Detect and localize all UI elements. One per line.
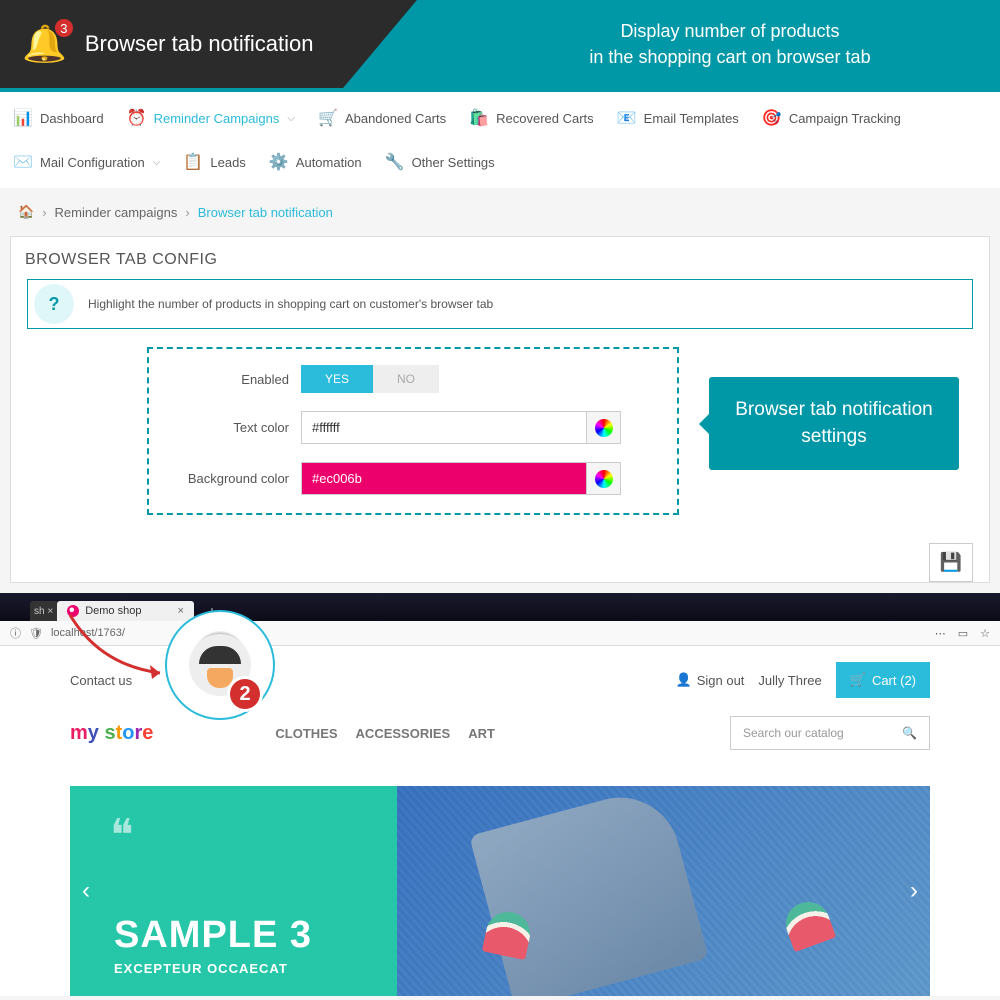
breadcrumb-item[interactable]: Reminder campaigns	[55, 205, 178, 220]
search-icon: 🔍	[902, 726, 917, 740]
textcolor-picker[interactable]	[587, 411, 621, 444]
slider-prev-button[interactable]: ‹	[82, 877, 90, 905]
nav-item-mail-configuration[interactable]: ✉️ Mail Configuration ⌵	[8, 146, 164, 178]
more-icon[interactable]: ⋯	[935, 627, 946, 640]
nav-icon: 🎯	[761, 108, 783, 128]
home-icon[interactable]: 🏠	[18, 204, 34, 220]
nav-label: Dashboard	[40, 111, 104, 126]
info-callout: ? Highlight the number of products in sh…	[27, 279, 973, 329]
nav-label: Reminder Campaigns	[154, 111, 280, 126]
save-button[interactable]: 💾	[929, 543, 973, 582]
nav-icon: ✉️	[12, 152, 34, 172]
bookmark-icon[interactable]: ☆	[980, 627, 990, 640]
nav-item-recovered-carts[interactable]: 🛍️ Recovered Carts	[464, 102, 598, 134]
info-text: Highlight the number of products in shop…	[88, 285, 493, 323]
config-panel: BROWSER TAB CONFIG ? Highlight the numbe…	[10, 236, 990, 583]
textcolor-input[interactable]	[301, 411, 587, 444]
nav-label: Leads	[210, 155, 245, 170]
breadcrumb: 🏠 › Reminder campaigns › Browser tab not…	[0, 188, 1000, 236]
pin-decoration	[786, 902, 830, 946]
nav-icon: 🛍️	[468, 108, 490, 128]
slider-next-button[interactable]: ›	[910, 877, 918, 905]
menu-item-accessories[interactable]: ACCESSORIES	[356, 726, 451, 741]
pin-decoration	[486, 912, 530, 956]
nav-item-dashboard[interactable]: 📊 Dashboard	[8, 102, 108, 134]
menu-item-art[interactable]: ART	[468, 726, 495, 741]
cart-button[interactable]: 🛒 Cart (2)	[836, 662, 930, 698]
store-nav: my store CLOTHES ACCESSORIES ART Search ou…	[0, 706, 1000, 768]
info-icon: ?	[34, 284, 74, 324]
hero-subtitle: EXCEPTEUR OCCAECAT	[114, 961, 312, 976]
bgcolor-label: Background color	[171, 471, 301, 486]
store-logo[interactable]: my store	[70, 722, 153, 745]
bgcolor-picker[interactable]	[587, 462, 621, 495]
banner-tagline: Display number of products in the shoppi…	[460, 0, 1000, 88]
bell-icon-wrap: 🔔 3	[22, 23, 67, 65]
nav-label: Campaign Tracking	[789, 111, 901, 126]
nav-icon: 📋	[182, 152, 204, 172]
nav-label: Other Settings	[412, 155, 495, 170]
favicon-badge: 2	[227, 676, 263, 712]
search-input[interactable]: Search our catalog 🔍	[730, 716, 930, 750]
toggle-no[interactable]: NO	[373, 365, 439, 393]
cart-icon: 🛒	[850, 672, 866, 688]
nav-icon: ⚙️	[268, 152, 290, 172]
shield-icon[interactable]: 🛡	[29, 627, 43, 640]
panel-title: BROWSER TAB CONFIG	[11, 237, 989, 279]
main-nav: 📊 Dashboard ⏰ Reminder Campaigns ⌵ 🛒 Abandoned…	[0, 92, 1000, 188]
nav-label: Mail Configuration	[40, 155, 145, 170]
reader-icon[interactable]: ▭	[958, 627, 968, 640]
tab-stub[interactable]: sh ×	[30, 601, 57, 621]
nav-item-campaign-tracking[interactable]: 🎯 Campaign Tracking	[757, 102, 905, 134]
nav-item-email-templates[interactable]: 📧 Email Templates	[612, 102, 743, 134]
nav-item-other-settings[interactable]: 🔧 Other Settings	[380, 146, 499, 178]
signout-label: Sign out	[697, 673, 745, 688]
nav-item-leads[interactable]: 📋 Leads	[178, 146, 249, 178]
quote-icon: ❝	[110, 810, 134, 861]
username[interactable]: Jully Three	[758, 673, 821, 688]
nav-item-reminder-campaigns[interactable]: ⏰ Reminder Campaigns ⌵	[122, 102, 299, 134]
nav-icon: 📧	[616, 108, 638, 128]
annotation-arrow	[60, 605, 180, 695]
bgcolor-input[interactable]	[301, 462, 587, 495]
callout-line2: settings	[801, 426, 866, 447]
nav-item-abandoned-carts[interactable]: 🛒 Abandoned Carts	[313, 102, 450, 134]
user-icon: 👤	[676, 672, 692, 688]
hero-slider: ❝ SAMPLE 3 EXCEPTEUR OCCAECAT ‹ ›	[70, 786, 930, 996]
hero-title: SAMPLE 3	[114, 914, 312, 957]
cart-label: Cart (2)	[872, 673, 916, 688]
chevron-down-icon: ⌵	[153, 157, 161, 168]
chevron-down-icon: ⌵	[287, 113, 295, 124]
favicon-zoom-annotation: 2	[165, 610, 275, 720]
nav-icon: ⏰	[126, 108, 148, 128]
tagline-line1: Display number of products	[620, 18, 839, 44]
enabled-label: Enabled	[171, 372, 301, 387]
nav-label: Automation	[296, 155, 362, 170]
nav-label: Abandoned Carts	[345, 111, 446, 126]
settings-form: Enabled YES NO Text color Background col…	[147, 347, 679, 515]
callout-line1: Browser tab notification	[735, 399, 933, 420]
nav-label: Recovered Carts	[496, 111, 594, 126]
search-placeholder: Search our catalog	[743, 726, 844, 740]
textcolor-label: Text color	[171, 420, 301, 435]
annotation-callout: Browser tab notification settings	[709, 377, 959, 470]
banner-title: Browser tab notification	[85, 31, 314, 57]
bell-badge: 3	[53, 17, 75, 39]
breadcrumb-current: Browser tab notification	[198, 205, 333, 220]
enabled-toggle[interactable]: YES NO	[301, 365, 439, 393]
nav-label: Email Templates	[644, 111, 739, 126]
signout-link[interactable]: 👤 Sign out	[676, 672, 745, 688]
promo-banner: 🔔 3 Browser tab notification Display num…	[0, 0, 1000, 88]
nav-icon: 🔧	[384, 152, 406, 172]
info-icon[interactable]: ⓘ	[10, 625, 21, 641]
toggle-yes[interactable]: YES	[301, 365, 373, 393]
menu-item-clothes[interactable]: CLOTHES	[275, 726, 337, 741]
tagline-line2: in the shopping cart on browser tab	[589, 44, 870, 70]
nav-icon: 📊	[12, 108, 34, 128]
nav-icon: 🛒	[317, 108, 339, 128]
nav-item-automation[interactable]: ⚙️ Automation	[264, 146, 366, 178]
